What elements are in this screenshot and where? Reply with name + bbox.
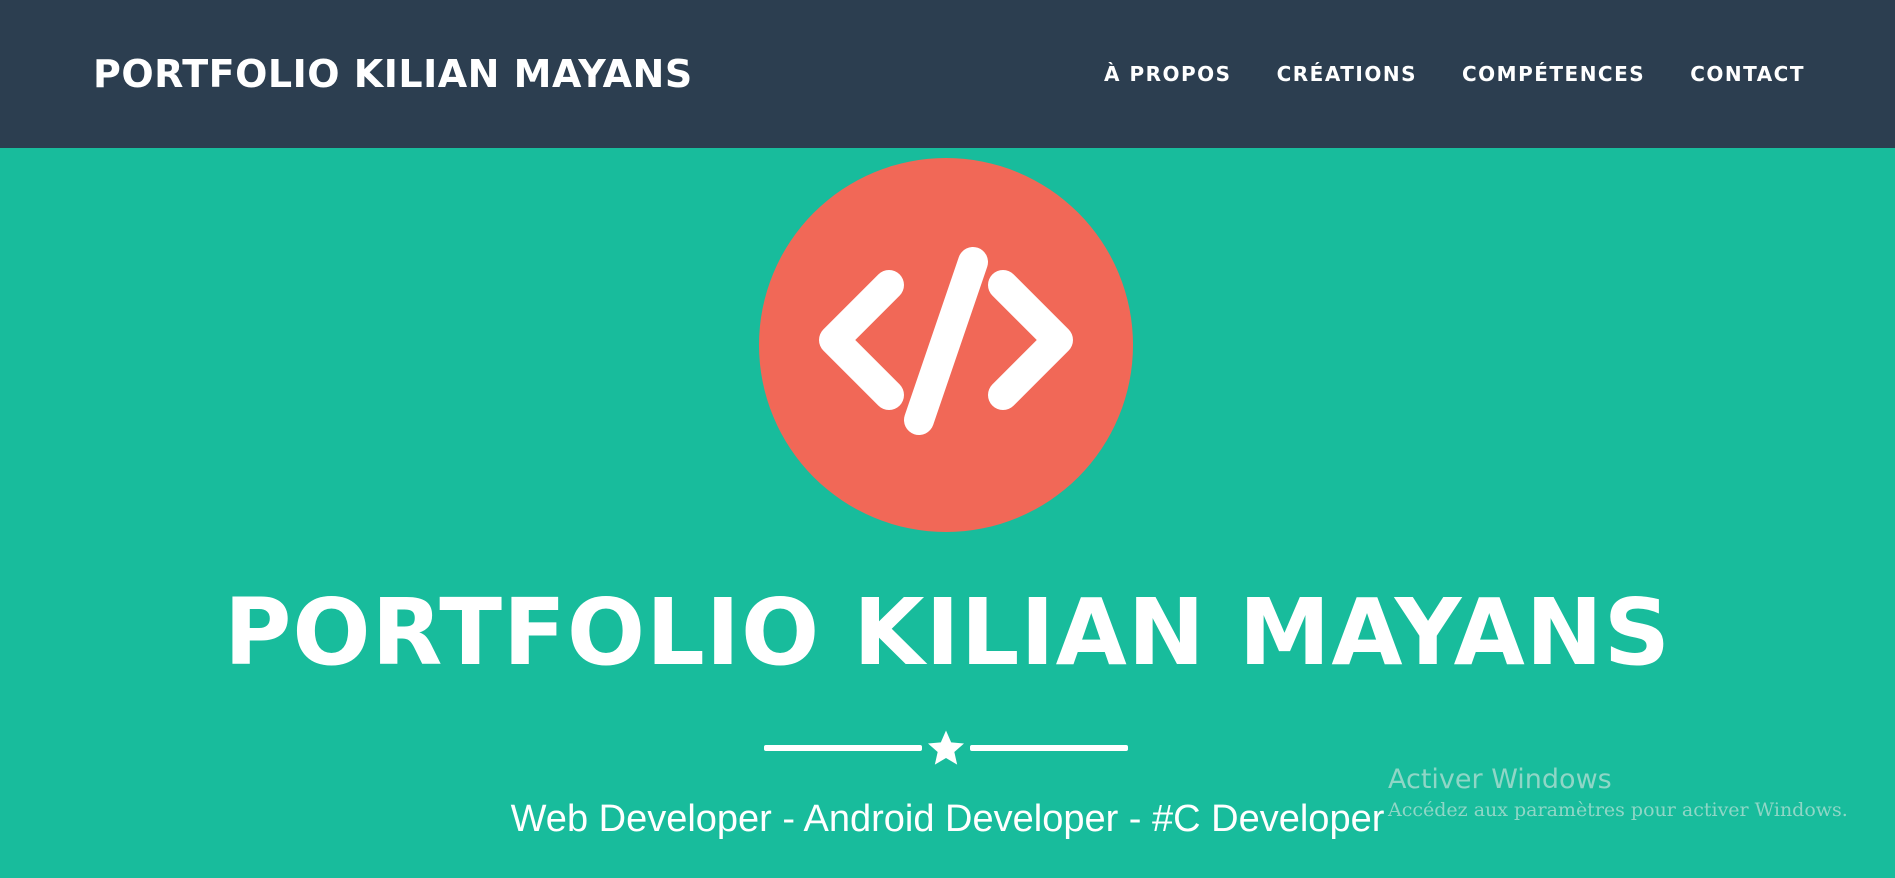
nav-link-contact[interactable]: CONTACT bbox=[1690, 62, 1805, 86]
nav-link-a-propos[interactable]: À PROPOS bbox=[1104, 62, 1232, 86]
star-divider bbox=[759, 726, 1133, 770]
brand-link[interactable]: PORTFOLIO KILIAN MAYANS bbox=[93, 52, 693, 96]
watermark-title: Activer Windows bbox=[1388, 764, 1612, 795]
watermark-subtitle: Accédez aux paramètres pour activer Wind… bbox=[1388, 799, 1848, 821]
nav-link-creations[interactable]: CRÉATIONS bbox=[1277, 62, 1417, 86]
divider-line-left bbox=[764, 745, 922, 751]
navbar: PORTFOLIO KILIAN MAYANS À PROPOS CRÉATIO… bbox=[0, 0, 1895, 148]
hero-title: PORTFOLIO KILIAN MAYANS bbox=[223, 579, 1672, 686]
windows-activation-watermark: Activer Windows Accédez aux paramètres p… bbox=[1388, 763, 1848, 823]
profile-logo bbox=[759, 158, 1133, 532]
divider-line-right bbox=[970, 745, 1128, 751]
code-icon bbox=[819, 247, 1073, 435]
star-icon bbox=[922, 726, 970, 770]
nav-link-competences[interactable]: COMPÉTENCES bbox=[1462, 62, 1645, 86]
nav-links: À PROPOS CRÉATIONS COMPÉTENCES CONTACT bbox=[1059, 62, 1805, 86]
